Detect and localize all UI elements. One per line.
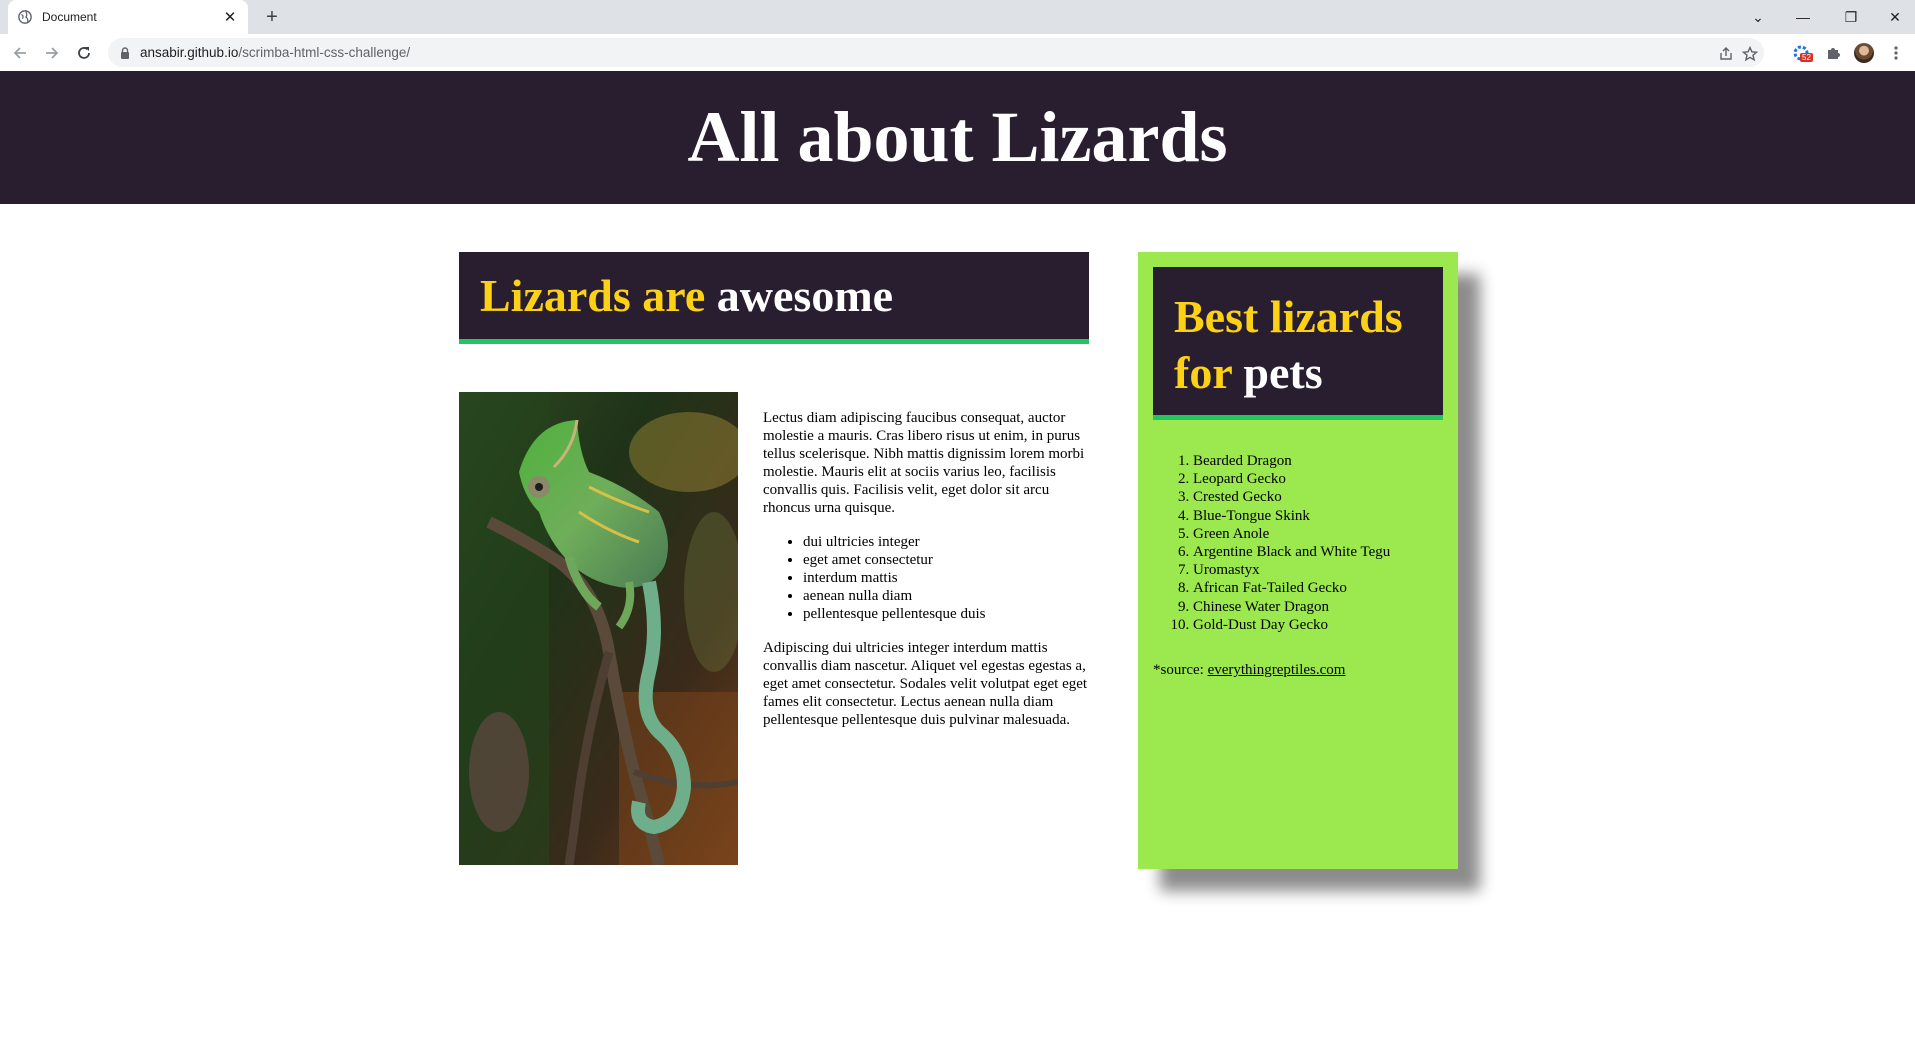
sidebar-heading-rest: pets (1243, 347, 1323, 398)
share-icon[interactable] (1716, 44, 1736, 64)
tab-search-button[interactable]: ⌄ (1743, 5, 1773, 29)
list-item: interdum mattis (803, 569, 1089, 587)
feature-list: dui ultricies integer eget amet consecte… (763, 533, 1089, 623)
list-item: Crested Gecko (1193, 488, 1390, 506)
list-item: Blue-Tongue Skink (1193, 507, 1390, 525)
list-item: aenean nulla diam (803, 587, 1089, 605)
reload-button[interactable] (73, 42, 95, 64)
tab-strip: Document ✕ + ⌄ — ❐ ✕ (0, 0, 1915, 34)
puzzle-icon[interactable] (1822, 42, 1844, 64)
page-content: All about Lizards Lizards are awesome Le… (0, 71, 1915, 1038)
back-button[interactable] (9, 42, 31, 64)
browser-toolbar: ansabir.github.io/scrimba-html-css-chall… (0, 34, 1915, 72)
tab-title: Document (42, 10, 97, 24)
sidebar-heading: Best lizards for pets (1174, 289, 1443, 401)
kebab-menu-icon[interactable] (1885, 42, 1907, 64)
browser-tab[interactable]: Document ✕ (8, 0, 248, 34)
restore-button[interactable]: ❐ (1836, 5, 1866, 29)
address-bar[interactable]: ansabir.github.io/scrimba-html-css-chall… (108, 38, 1764, 67)
article-body: Lectus diam adipiscing faucibus consequa… (763, 409, 1089, 745)
main-heading-rest: awesome (716, 270, 894, 321)
url-path: /scrimba-html-css-challenge/ (238, 45, 411, 60)
chameleon-image (459, 392, 738, 865)
minimize-button[interactable]: — (1788, 5, 1818, 29)
close-tab-icon[interactable]: ✕ (222, 8, 238, 26)
list-item: Chinese Water Dragon (1193, 598, 1390, 616)
list-item: Bearded Dragon (1193, 452, 1390, 470)
lock-icon (121, 46, 129, 59)
page-title: All about Lizards (687, 97, 1228, 177)
main-heading: Lizards are awesome (480, 270, 1089, 321)
list-item: Argentine Black and White Tegu (1193, 543, 1390, 561)
source-note: *source: everythingreptiles.com (1153, 661, 1345, 679)
avatar (1854, 43, 1874, 63)
source-label: *source: (1153, 662, 1204, 678)
main-heading-box: Lizards are awesome (459, 252, 1089, 344)
reload-icon (78, 47, 90, 59)
forward-button[interactable] (41, 42, 63, 64)
list-item: Uromastyx (1193, 561, 1390, 579)
main-heading-highlight: Lizards are (480, 270, 706, 321)
article-paragraph-2: Adipiscing dui ultricies integer interdu… (763, 640, 1088, 728)
article-paragraph-1: Lectus diam adipiscing faucibus consequa… (763, 410, 1085, 516)
list-item: Leopard Gecko (1193, 470, 1390, 488)
sidebar: Best lizards for pets Bearded Dragon Leo… (1138, 252, 1458, 869)
globe-icon (18, 10, 32, 24)
window-close-button[interactable]: ✕ (1880, 5, 1910, 29)
list-item: Green Anole (1193, 525, 1390, 543)
profile-avatar[interactable] (1853, 42, 1875, 64)
url-host: ansabir.github.io (140, 45, 239, 60)
new-tab-button[interactable]: + (262, 7, 282, 27)
list-item: Gold-Dust Day Gecko (1193, 616, 1390, 634)
extension-badge: 52 (1800, 53, 1813, 62)
extension-gear-icon[interactable]: 52 (1790, 42, 1813, 64)
list-item: eget amet consectetur (803, 551, 1089, 569)
bookmark-star-icon[interactable] (1740, 44, 1760, 64)
list-item: dui ultricies integer (803, 533, 1089, 551)
site-header: All about Lizards (0, 71, 1915, 204)
source-link[interactable]: everythingreptiles.com (1208, 662, 1346, 678)
sidebar-heading-box: Best lizards for pets (1153, 267, 1443, 420)
arrow-right-icon (46, 47, 59, 59)
best-lizards-list: Bearded Dragon Leopard Gecko Crested Gec… (1153, 452, 1390, 634)
list-item: African Fat-Tailed Gecko (1193, 579, 1390, 597)
list-item: pellentesque pellentesque duis (803, 605, 1089, 623)
arrow-left-icon (13, 47, 26, 59)
